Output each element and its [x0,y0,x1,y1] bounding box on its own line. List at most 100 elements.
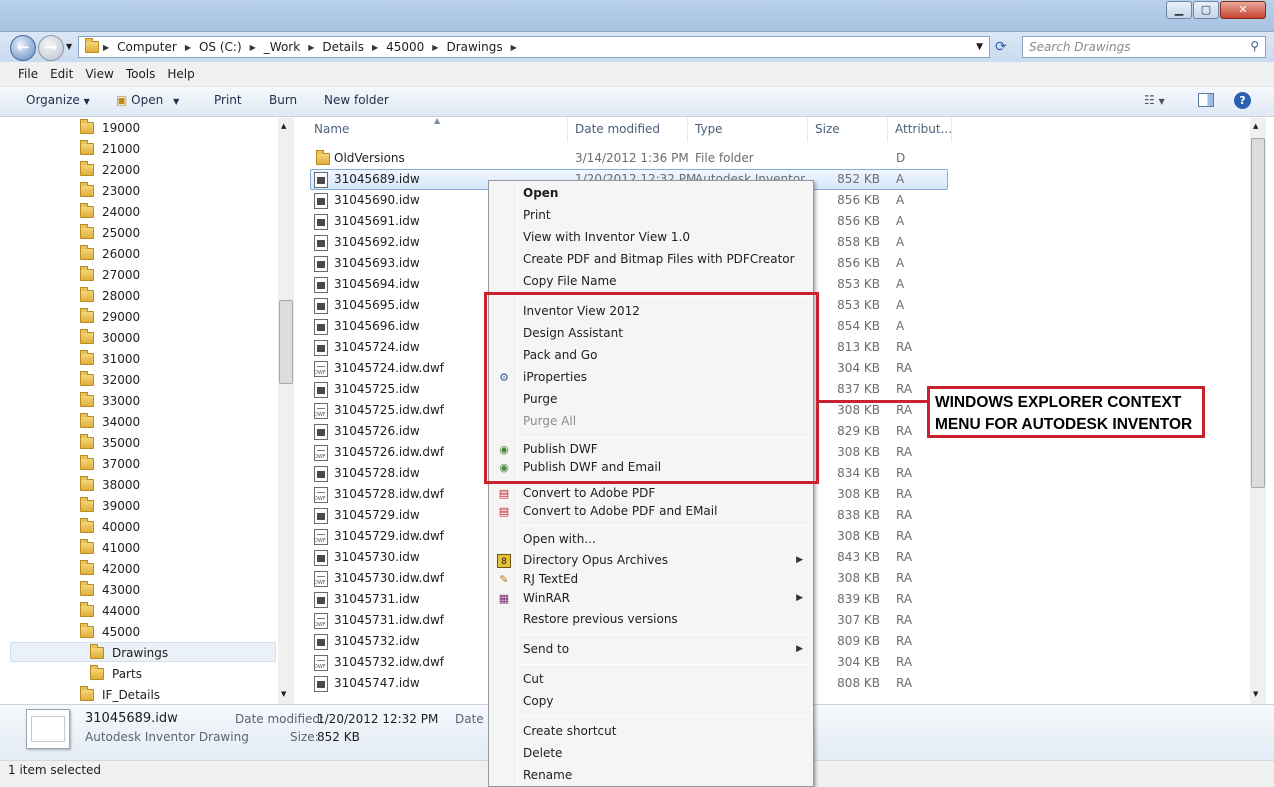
ctx-create-shortcut[interactable]: Create shortcut [523,724,616,738]
tree-item[interactable]: 25000 [80,223,140,243]
tree-item[interactable]: 19000 [80,118,140,138]
menu-view[interactable]: View [79,67,119,81]
column-header-date[interactable]: Date modified [575,122,660,136]
ctx-rename[interactable]: Rename [523,768,572,782]
ctx-copy[interactable]: Copy [523,694,553,708]
menu-file[interactable]: File [12,67,44,81]
ctx-cut[interactable]: Cut [523,672,544,686]
tree-item[interactable]: 26000 [80,244,140,264]
forward-button[interactable]: → [38,35,64,61]
open-button[interactable]: ▣ Open ▼ [116,93,179,107]
burn-button[interactable]: Burn [269,93,297,107]
tree-item[interactable]: Parts [90,664,142,684]
breadcrumb-details[interactable]: Details [316,40,370,54]
search-input[interactable]: Search Drawings ⚲ [1022,36,1266,58]
menu-edit[interactable]: Edit [44,67,79,81]
menu-help[interactable]: Help [161,67,200,81]
breadcrumb-45000[interactable]: 45000 [380,40,430,54]
column-header-name[interactable]: Name [314,122,349,136]
tree-item[interactable]: 44000 [80,601,140,621]
navigation-pane-scrollbar[interactable]: ▲ ▼ [278,118,294,704]
organize-button[interactable]: Organize ▼ [26,93,90,107]
scroll-thumb[interactable] [1251,138,1265,488]
address-dropdown-icon[interactable]: ▼ [976,42,983,52]
ctx-delete[interactable]: Delete [523,746,562,760]
tree-item[interactable]: 42000 [80,559,140,579]
breadcrumb-drawings[interactable]: Drawings [440,40,508,54]
back-button[interactable]: ← [10,35,36,61]
tree-item[interactable]: 24000 [80,202,140,222]
tree-item[interactable]: 22000 [80,160,140,180]
recent-pages-dropdown-icon[interactable]: ▼ [66,42,72,51]
breadcrumb-os-c[interactable]: OS (C:) [193,40,248,54]
tree-item[interactable]: 37000 [80,454,140,474]
print-button[interactable]: Print [214,93,242,107]
chevron-right-icon[interactable]: ▶ [101,43,111,52]
chevron-right-icon[interactable]: ▶ [370,43,380,52]
address-bar[interactable]: ▶ Computer ▶ OS (C:) ▶ _Work ▶ Details ▶… [78,36,990,58]
chevron-right-icon[interactable]: ▶ [509,43,519,52]
tree-item[interactable]: 38000 [80,475,140,495]
chevron-right-icon[interactable]: ▶ [183,43,193,52]
tree-item[interactable]: 27000 [80,265,140,285]
scroll-down-icon[interactable]: ▼ [281,690,286,698]
file-list-scrollbar[interactable]: ▲ ▼ [1250,118,1266,704]
ctx-view-with-inventor[interactable]: View with Inventor View 1.0 [523,230,690,244]
chevron-right-icon[interactable]: ▶ [430,43,440,52]
minimize-button[interactable]: ▁ [1166,1,1192,19]
tree-item[interactable]: 35000 [80,433,140,453]
breadcrumb-computer[interactable]: Computer [111,40,183,54]
view-options-icon[interactable]: ☷ ▼ [1144,93,1165,107]
chevron-right-icon[interactable]: ▶ [248,43,258,52]
column-divider[interactable] [951,118,952,142]
scroll-up-icon[interactable]: ▲ [281,122,286,130]
tree-item[interactable]: 41000 [80,538,140,558]
column-divider[interactable] [887,118,888,142]
ctx-convert-adobe-pdf[interactable]: Convert to Adobe PDF [523,486,655,500]
ctx-open-with[interactable]: Open with... [523,532,596,546]
close-button[interactable]: ✕ [1220,1,1266,19]
ctx-winrar[interactable]: WinRAR [523,591,570,605]
tree-item[interactable]: 32000 [80,370,140,390]
scroll-up-icon[interactable]: ▲ [1253,122,1258,130]
column-divider[interactable] [807,118,808,142]
ctx-rj-texted[interactable]: RJ TextEd [523,572,578,586]
menu-tools[interactable]: Tools [120,67,162,81]
tree-item[interactable]: Drawings [90,643,168,663]
scroll-thumb[interactable] [279,300,293,384]
tree-item[interactable]: 30000 [80,328,140,348]
tree-item[interactable]: 23000 [80,181,140,201]
preview-pane-icon[interactable] [1198,93,1214,107]
chevron-right-icon[interactable]: ▶ [306,43,316,52]
ctx-convert-adobe-pdf-email[interactable]: Convert to Adobe PDF and EMail [523,504,717,518]
tree-item[interactable]: 39000 [80,496,140,516]
scroll-down-icon[interactable]: ▼ [1253,690,1258,698]
column-divider[interactable] [567,118,568,142]
ctx-send-to[interactable]: Send to [523,642,569,656]
tree-item[interactable]: 28000 [80,286,140,306]
ctx-print[interactable]: Print [523,208,551,222]
tree-item[interactable]: 40000 [80,517,140,537]
file-row[interactable]: OldVersions 3/14/2012 1:36 PM File folder D [310,148,950,169]
ctx-open[interactable]: Open [523,186,558,200]
ctx-copy-file-name[interactable]: Copy File Name [523,274,617,288]
help-icon[interactable]: ? [1234,92,1251,109]
tree-item[interactable]: IF_Details [80,685,160,704]
tree-item[interactable]: 33000 [80,391,140,411]
column-divider[interactable] [687,118,688,142]
new-folder-button[interactable]: New folder [324,93,389,107]
tree-item[interactable]: 43000 [80,580,140,600]
ctx-create-pdf[interactable]: Create PDF and Bitmap Files with PDFCrea… [523,252,795,266]
column-header-attributes[interactable]: Attribut... [895,122,952,136]
tree-item[interactable]: 21000 [80,139,140,159]
tree-item[interactable]: 29000 [80,307,140,327]
column-header-size[interactable]: Size [815,122,840,136]
breadcrumb-work[interactable]: _Work [258,40,306,54]
ctx-restore-previous-versions[interactable]: Restore previous versions [523,612,678,626]
maximize-button[interactable]: ▢ [1193,1,1219,19]
ctx-directory-opus-archives[interactable]: Directory Opus Archives [523,553,668,567]
tree-item[interactable]: 31000 [80,349,140,369]
refresh-icon[interactable]: ⟳ [995,39,1007,55]
column-header-type[interactable]: Type [695,122,723,136]
tree-item[interactable]: 34000 [80,412,140,432]
